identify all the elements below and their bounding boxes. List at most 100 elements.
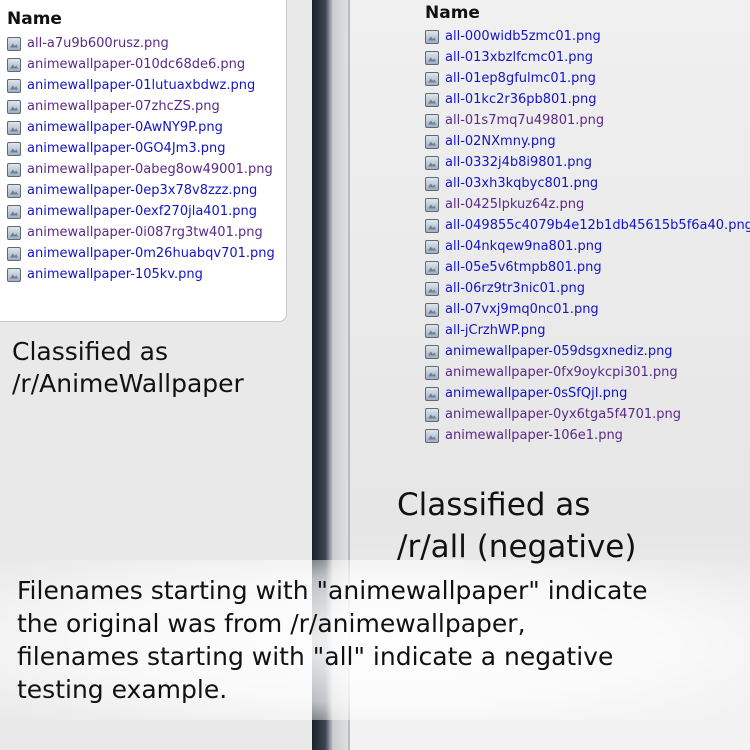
file-row[interactable]: animewallpaper-059dsgxnediz.png	[425, 341, 750, 362]
image-file-icon	[425, 50, 439, 65]
left-file-list-panel: Name all-a7u9b600rusz.png animewallpaper-…	[0, 0, 287, 322]
file-row[interactable]: animewallpaper-0ep3x78v8zzz.png	[7, 180, 275, 201]
file-row[interactable]: animewallpaper-0yx6tga5f4701.png	[425, 404, 750, 425]
explanation-line: filenames starting with "all" indicate a…	[17, 642, 614, 671]
file-row[interactable]: animewallpaper-105kv.png	[7, 264, 275, 285]
image-file-icon	[425, 155, 439, 170]
file-row[interactable]: all-03xh3kqbyc801.png	[425, 173, 750, 194]
file-name-link[interactable]: animewallpaper-0fx9oykcpi301.png	[445, 365, 678, 381]
column-header-name[interactable]: Name	[7, 9, 62, 29]
image-file-icon	[7, 162, 21, 177]
file-row[interactable]: all-0332j4b8i9801.png	[425, 152, 750, 173]
image-file-icon	[425, 92, 439, 107]
file-row[interactable]: animewallpaper-01lutuaxbdwz.png	[7, 75, 275, 96]
file-row[interactable]: all-000widb5zmc01.png	[425, 26, 750, 47]
file-row[interactable]: all-013xbzlfcmc01.png	[425, 47, 750, 68]
file-name-link[interactable]: all-01s7mq7u49801.png	[445, 113, 604, 129]
file-row[interactable]: all-02NXmny.png	[425, 131, 750, 152]
file-name-link[interactable]: animewallpaper-01lutuaxbdwz.png	[27, 78, 255, 94]
caption-line: /r/AnimeWallpaper	[12, 369, 244, 398]
file-row[interactable]: all-01s7mq7u49801.png	[425, 110, 750, 131]
file-row[interactable]: animewallpaper-0sSfQjI.png	[425, 383, 750, 404]
explanation-text: Filenames starting with "animewallpaper"…	[17, 574, 742, 706]
file-name-link[interactable]: animewallpaper-0ep3x78v8zzz.png	[27, 183, 257, 199]
file-name-link[interactable]: animewallpaper-0m26huabqv701.png	[27, 246, 275, 262]
file-name-link[interactable]: all-03xh3kqbyc801.png	[445, 176, 598, 192]
file-row[interactable]: all-jCrzhWP.png	[425, 320, 750, 341]
caption-line: Classified as	[397, 487, 591, 523]
file-name-link[interactable]: all-06rz9tr3nic01.png	[445, 281, 585, 297]
file-row[interactable]: all-05e5v6tmpb801.png	[425, 257, 750, 278]
file-row[interactable]: all-04nkqew9na801.png	[425, 236, 750, 257]
file-row[interactable]: animewallpaper-0fx9oykcpi301.png	[425, 362, 750, 383]
file-row[interactable]: animewallpaper-106e1.png	[425, 425, 750, 446]
file-name-link[interactable]: all-0425lpkuz64z.png	[445, 197, 584, 213]
file-name-link[interactable]: all-01ep8gfulmc01.png	[445, 71, 596, 87]
file-name-link[interactable]: animewallpaper-0GO4Jm3.png	[27, 141, 225, 157]
file-name-link[interactable]: animewallpaper-106e1.png	[445, 428, 623, 444]
file-name-link[interactable]: all-013xbzlfcmc01.png	[445, 50, 593, 66]
image-file-icon	[425, 428, 439, 443]
image-file-icon	[425, 260, 439, 275]
file-row[interactable]: all-049855c4079b4e12b1db45615b5f6a40.png	[425, 215, 750, 236]
image-file-icon	[425, 197, 439, 212]
file-name-link[interactable]: animewallpaper-0yx6tga5f4701.png	[445, 407, 681, 423]
file-name-link[interactable]: all-01kc2r36pb801.png	[445, 92, 596, 108]
file-row[interactable]: animewallpaper-0GO4Jm3.png	[7, 138, 275, 159]
image-file-icon	[7, 225, 21, 240]
image-file-icon	[7, 99, 21, 114]
file-name-link[interactable]: all-04nkqew9na801.png	[445, 239, 602, 255]
file-name-link[interactable]: all-jCrzhWP.png	[445, 323, 546, 339]
image-file-icon	[425, 134, 439, 149]
file-row[interactable]: animewallpaper-0exf270jla401.png	[7, 201, 275, 222]
file-name-link[interactable]: animewallpaper-07zhcZS.png	[27, 99, 220, 115]
file-row[interactable]: all-a7u9b600rusz.png	[7, 33, 275, 54]
image-file-icon	[425, 29, 439, 44]
file-name-link[interactable]: all-07vxj9mq0nc01.png	[445, 302, 599, 318]
image-file-icon	[7, 57, 21, 72]
file-name-link[interactable]: all-0332j4b8i9801.png	[445, 155, 592, 171]
column-header-name[interactable]: Name	[425, 3, 480, 23]
file-row[interactable]: all-01kc2r36pb801.png	[425, 89, 750, 110]
file-name-link[interactable]: all-000widb5zmc01.png	[445, 29, 601, 45]
file-name-link[interactable]: all-a7u9b600rusz.png	[27, 36, 169, 52]
file-name-link[interactable]: animewallpaper-0sSfQjI.png	[445, 386, 627, 402]
file-row[interactable]: animewallpaper-010dc68de6.png	[7, 54, 275, 75]
left-caption: Classified as /r/AnimeWallpaper	[12, 336, 302, 400]
caption-line: /r/all (negative)	[397, 529, 637, 565]
file-row[interactable]: animewallpaper-0i087rg3tw401.png	[7, 222, 275, 243]
file-name-link[interactable]: all-05e5v6tmpb801.png	[445, 260, 602, 276]
file-name-link[interactable]: animewallpaper-010dc68de6.png	[27, 57, 245, 73]
file-name-link[interactable]: all-02NXmny.png	[445, 134, 556, 150]
image-file-icon	[425, 386, 439, 401]
file-name-link[interactable]: animewallpaper-0exf270jla401.png	[27, 204, 257, 220]
caption-line: Classified as	[12, 337, 169, 366]
image-file-icon	[7, 120, 21, 135]
file-name-link[interactable]: animewallpaper-0abeg8ow49001.png	[27, 162, 273, 178]
file-row[interactable]: all-07vxj9mq0nc01.png	[425, 299, 750, 320]
image-file-icon	[425, 281, 439, 296]
file-row[interactable]: animewallpaper-0AwNY9P.png	[7, 117, 275, 138]
file-row[interactable]: all-01ep8gfulmc01.png	[425, 68, 750, 89]
file-list: all-000widb5zmc01.png all-013xbzlfcmc01.p…	[425, 26, 750, 446]
file-name-link[interactable]: all-049855c4079b4e12b1db45615b5f6a40.png	[445, 218, 750, 234]
image-file-icon	[7, 141, 21, 156]
file-name-link[interactable]: animewallpaper-0AwNY9P.png	[27, 120, 223, 136]
file-row[interactable]: animewallpaper-0m26huabqv701.png	[7, 243, 275, 264]
file-name-link[interactable]: animewallpaper-059dsgxnediz.png	[445, 344, 673, 360]
image-file-icon	[7, 183, 21, 198]
image-file-icon	[425, 407, 439, 422]
file-name-link[interactable]: animewallpaper-105kv.png	[27, 267, 203, 283]
file-row[interactable]: animewallpaper-07zhcZS.png	[7, 96, 275, 117]
image-file-icon	[7, 36, 21, 51]
image-file-icon	[7, 78, 21, 93]
file-row[interactable]: animewallpaper-0abeg8ow49001.png	[7, 159, 275, 180]
explanation-line: the original was from /r/animewallpaper,	[17, 609, 526, 638]
explanation-line: testing example.	[17, 675, 228, 704]
file-row[interactable]: all-0425lpkuz64z.png	[425, 194, 750, 215]
file-list: all-a7u9b600rusz.png animewallpaper-010dc…	[7, 33, 275, 285]
image-file-icon	[425, 323, 439, 338]
file-name-link[interactable]: animewallpaper-0i087rg3tw401.png	[27, 225, 263, 241]
file-row[interactable]: all-06rz9tr3nic01.png	[425, 278, 750, 299]
image-file-icon	[7, 204, 21, 219]
